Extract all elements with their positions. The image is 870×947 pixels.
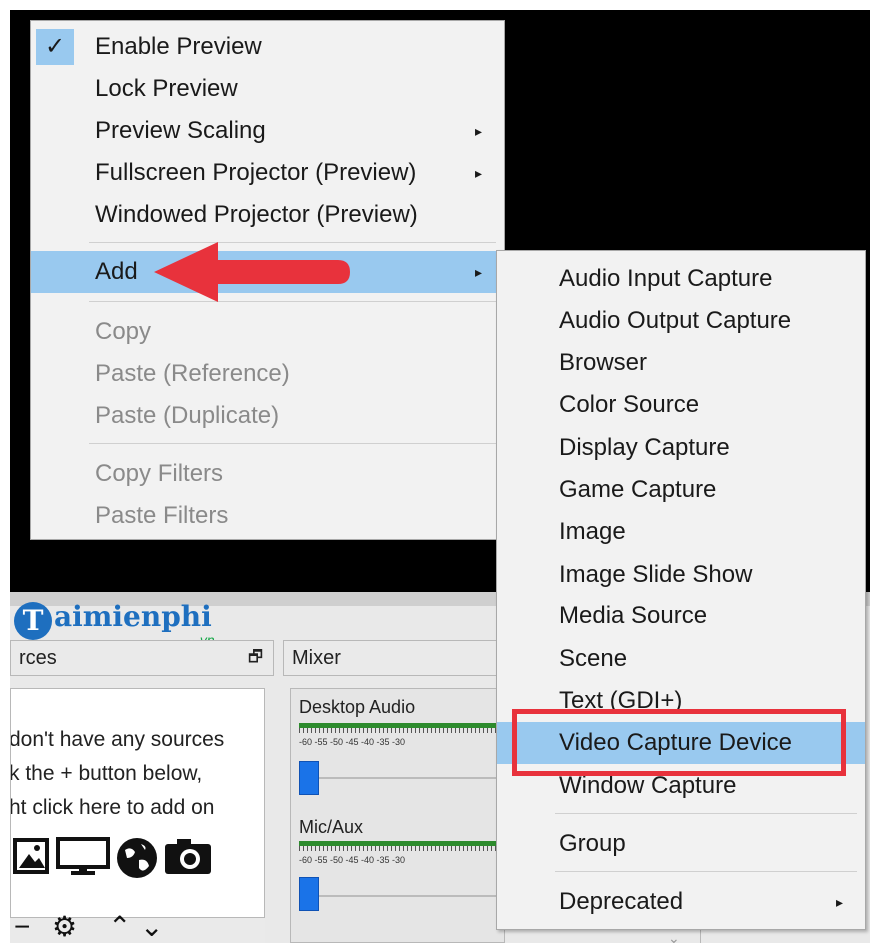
menu-item-enable-preview[interactable]: ✓ Enable Preview (31, 26, 504, 68)
audio-mixer: Desktop Audio -60 -55 -50 -45 -40 -35 -3… (290, 688, 505, 943)
mixer-panel-header: Mixer (283, 640, 503, 676)
mixer-channel-name: Desktop Audio (299, 697, 416, 717)
menu-item-copy[interactable]: Copy (31, 311, 504, 353)
menu-item-label: Image Slide Show (559, 561, 753, 588)
globe-icon (117, 838, 157, 878)
remove-source-button[interactable]: − (14, 912, 30, 942)
menu-item-label: Paste Filters (95, 502, 229, 529)
sources-toolbar: − ⚙ ⌃ ⌄ (10, 912, 265, 943)
menu-item-paste-reference[interactable]: Paste (Reference) (31, 353, 504, 395)
submenu-arrow-icon: ▸ (474, 264, 482, 280)
submenu-item-scene[interactable]: Scene (497, 638, 865, 680)
menu-item-fullscreen-projector[interactable]: Fullscreen Projector (Preview) ▸ (31, 152, 504, 194)
empty-line-2: k the + button below, (10, 762, 203, 785)
menu-item-label: Preview Scaling (95, 117, 266, 144)
submenu-arrow-icon: ▸ (474, 165, 482, 181)
mixer-title: Mixer (292, 647, 341, 669)
menu-separator (555, 813, 857, 814)
volume-meter (299, 841, 499, 853)
image-icon (13, 838, 49, 874)
meter-scale: -60 -55 -50 -45 -40 -35 -30 (299, 737, 406, 747)
volume-slider-handle[interactable] (299, 761, 319, 795)
monitor-icon (56, 837, 110, 875)
menu-item-label: Display Capture (559, 434, 730, 461)
menu-item-label: Enable Preview (95, 33, 262, 60)
submenu-item-image[interactable]: Image (497, 511, 865, 553)
menu-item-label: Audio Output Capture (559, 307, 792, 334)
mixer-channel-name: Mic/Aux (299, 817, 364, 837)
submenu-item-game-capture[interactable]: Game Capture (497, 469, 865, 511)
menu-item-label: Game Capture (559, 476, 717, 503)
sources-list[interactable]: don't have any sources k the + button be… (10, 688, 265, 918)
volume-slider-track[interactable] (299, 777, 499, 779)
checkmark-icon: ✓ (36, 29, 74, 65)
volume-meter (299, 723, 499, 735)
camera-icon (165, 839, 211, 874)
volume-slider-track[interactable] (299, 895, 499, 897)
menu-item-label: Deprecated (559, 888, 684, 915)
menu-item-label: Group (559, 830, 626, 857)
submenu-item-display-capture[interactable]: Display Capture (497, 427, 865, 469)
logo-brand: aimienphi (54, 600, 212, 633)
submenu-item-audio-output-capture[interactable]: Audio Output Capture (497, 300, 865, 342)
submenu-item-image-slide-show[interactable]: Image Slide Show (497, 554, 865, 596)
menu-item-preview-scaling[interactable]: Preview Scaling ▸ (31, 110, 504, 152)
page-margin (0, 0, 10, 943)
menu-separator (89, 443, 496, 444)
menu-item-label: Fullscreen Projector (Preview) (95, 159, 417, 186)
logo-initial: T (14, 602, 52, 640)
submenu-arrow-icon: ▸ (474, 123, 482, 139)
annotation-arrow-icon (154, 242, 350, 302)
move-source-up-button[interactable]: ⌃ (108, 912, 131, 942)
menu-item-label: Add (95, 258, 138, 285)
submenu-item-color-source[interactable]: Color Source (497, 384, 865, 426)
menu-item-label: Image (559, 518, 626, 545)
submenu-item-deprecated[interactable]: Deprecated ▸ (497, 881, 865, 923)
menu-item-paste-filters[interactable]: Paste Filters (31, 495, 504, 537)
menu-item-label: Audio Input Capture (559, 265, 773, 292)
volume-slider-handle[interactable] (299, 877, 319, 911)
menu-item-label: Scene (559, 645, 628, 672)
menu-item-label: Browser (559, 349, 648, 376)
undock-icon[interactable]: 🗗 (248, 641, 263, 675)
empty-line-1: don't have any sources (10, 728, 225, 751)
submenu-item-audio-input-capture[interactable]: Audio Input Capture (497, 258, 865, 300)
menu-item-label: Media Source (559, 602, 708, 629)
source-properties-button[interactable]: ⚙ (52, 912, 77, 942)
annotation-highlight-box (512, 709, 846, 776)
empty-line-3: ht click here to add on (10, 796, 215, 819)
menu-item-label: Copy Filters (95, 460, 224, 487)
scroll-down-icon[interactable]: ⌄ (668, 930, 680, 947)
submenu-item-group[interactable]: Group (497, 823, 865, 865)
sources-title: rces (19, 647, 57, 669)
menu-item-label: Lock Preview (95, 75, 238, 102)
sources-panel-header: rces 🗗 (10, 640, 274, 676)
menu-item-paste-duplicate[interactable]: Paste (Duplicate) (31, 395, 504, 437)
menu-item-label: Paste (Reference) (95, 360, 290, 387)
menu-item-label: Windowed Projector (Preview) (95, 201, 418, 228)
add-source-submenu: Audio Input Capture Audio Output Capture… (496, 250, 866, 930)
move-source-down-button[interactable]: ⌄ (140, 912, 163, 942)
submenu-item-browser[interactable]: Browser (497, 342, 865, 384)
menu-item-copy-filters[interactable]: Copy Filters (31, 453, 504, 495)
menu-item-label: Paste (Duplicate) (95, 402, 280, 429)
meter-scale: -60 -55 -50 -45 -40 -35 -30 (299, 855, 406, 865)
sources-empty-message: don't have any sources k the + button be… (10, 723, 225, 825)
menu-item-windowed-projector[interactable]: Windowed Projector (Preview) (31, 194, 504, 236)
menu-item-label: Copy (95, 318, 152, 345)
source-type-icons (11, 836, 213, 880)
submenu-arrow-icon: ▸ (835, 894, 843, 910)
menu-item-label: Color Source (559, 391, 700, 418)
menu-item-lock-preview[interactable]: Lock Preview (31, 68, 504, 110)
submenu-item-media-source[interactable]: Media Source (497, 595, 865, 637)
menu-separator (555, 871, 857, 872)
